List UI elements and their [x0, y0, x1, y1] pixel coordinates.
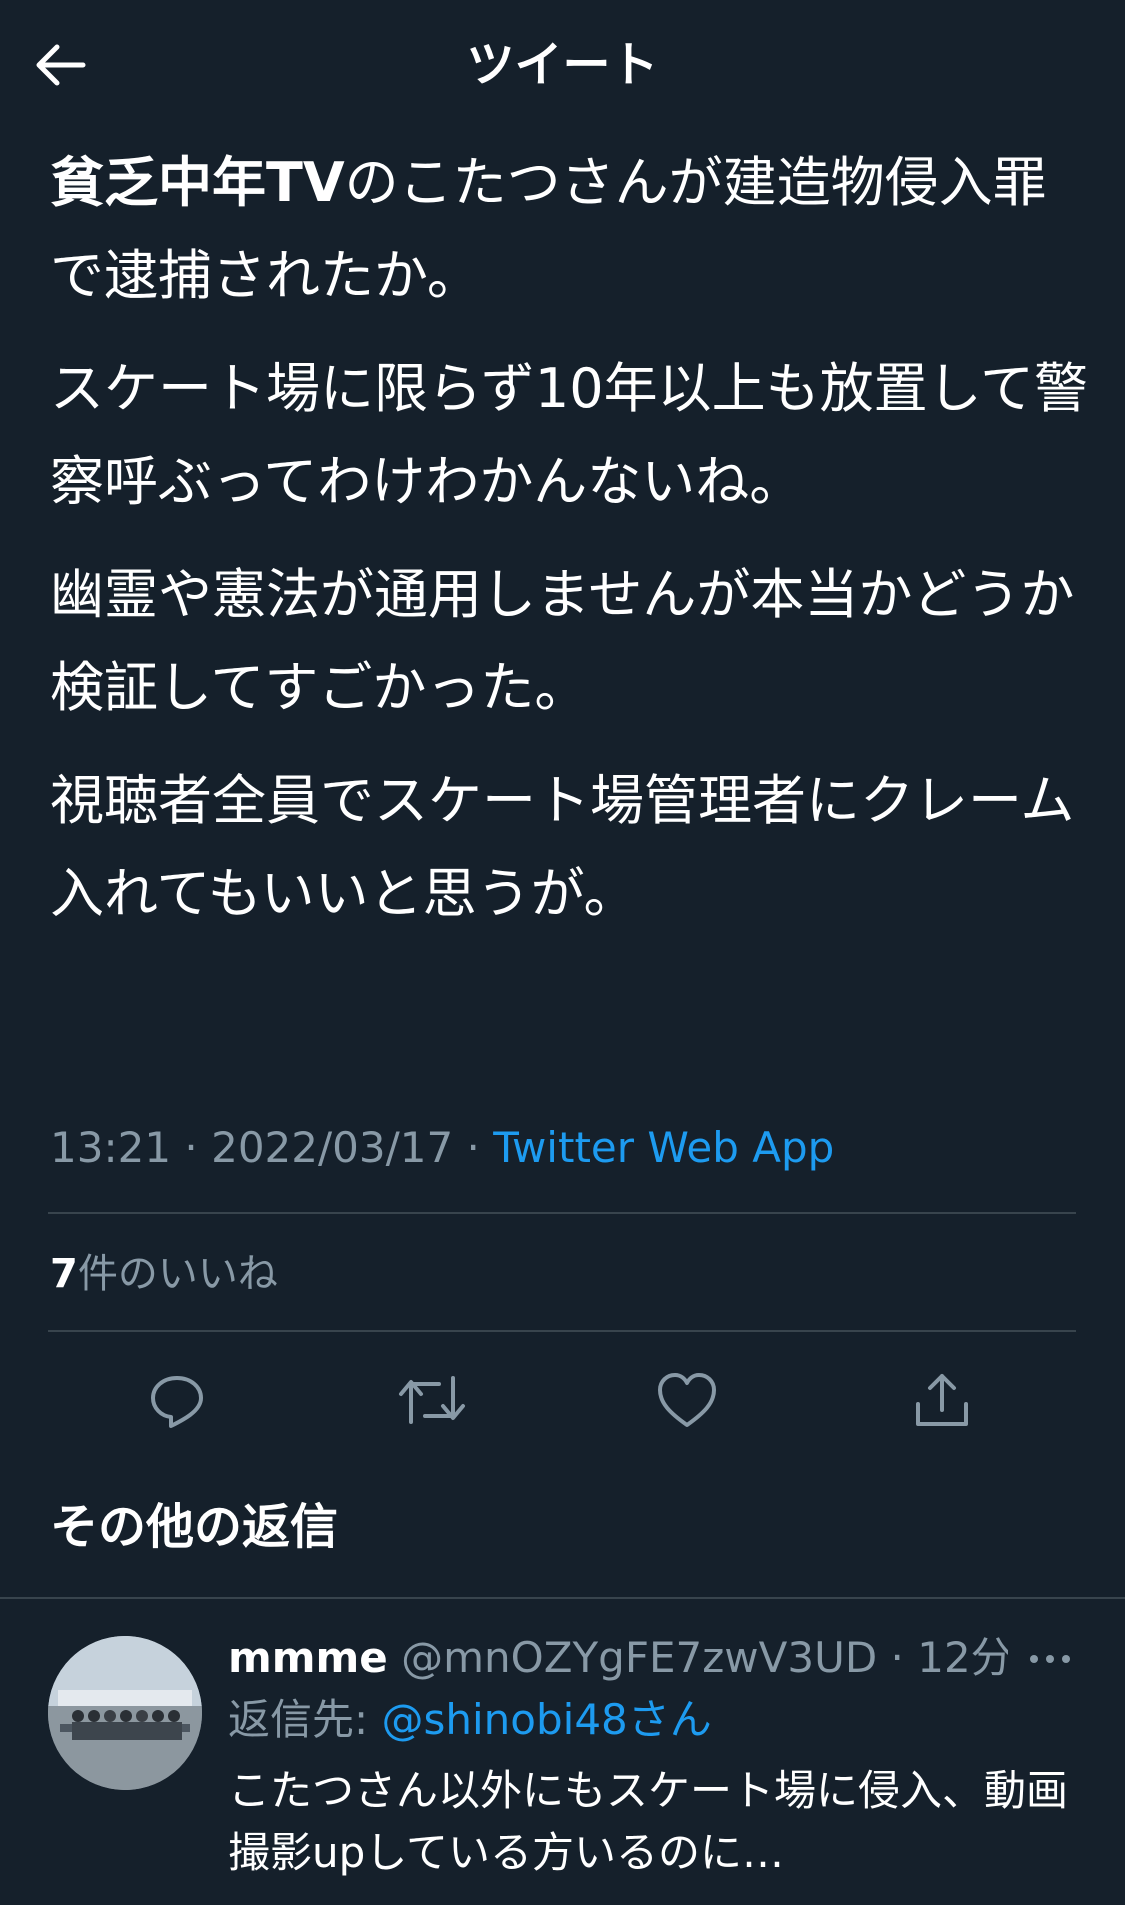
reply-header: mmme @mnOZYgFE7zwV3UD · 12分 — [228, 1630, 1008, 1686]
like-icon — [658, 1373, 716, 1427]
tweet-paragraph: スケート場に限らず10年以上も放置して警察呼ぶってわけわかんないね。 — [50, 342, 1090, 528]
tweet-paragraph-text: 視聴者全員でスケート場管理者にクレーム入れてもいいと思うが。 — [50, 769, 1075, 925]
like-button[interactable] — [647, 1360, 727, 1440]
tweet-action-bar — [0, 1360, 1125, 1440]
tweet-text: 貧乏中年TVのこたつさんが建造物侵入罪で逮捕されたか。 スケート場に限らず10年… — [50, 136, 1090, 960]
meta-separator: · — [171, 1123, 212, 1172]
more-replies-heading: その他の返信 — [50, 1499, 339, 1555]
likes-count: 7 — [50, 1251, 78, 1297]
reply-tweet[interactable]: mmme @mnOZYgFE7zwV3UD · 12分 返信先: @shinob… — [0, 1600, 1125, 1905]
divider — [48, 1212, 1076, 1214]
share-button[interactable] — [902, 1360, 982, 1440]
meta-separator: · — [877, 1633, 918, 1682]
avatar-image — [48, 1636, 202, 1790]
reply-to-mention-link[interactable]: @shinobi48さん — [382, 1695, 712, 1744]
likes-label: 件のいいね — [77, 1251, 278, 1297]
avatar[interactable] — [48, 1636, 202, 1790]
reply-to-label: 返信先: — [228, 1695, 382, 1744]
tweet-paragraph: 視聴者全員でスケート場管理者にクレーム入れてもいいと思うが。 — [50, 754, 1090, 940]
reply-button[interactable] — [137, 1360, 217, 1440]
tweet-paragraph: 幽霊や憲法が通用しませんが本当かどうか検証してすごかった。 — [50, 548, 1090, 734]
tweet-paragraph-text: 幽霊や憲法が通用しませんが本当かどうか検証してすごかった。 — [50, 563, 1075, 719]
tweet-time: 13:21 — [50, 1123, 172, 1172]
page-title: ツイート — [466, 37, 659, 93]
divider — [0, 1597, 1125, 1599]
more-horizontal-icon — [1030, 1655, 1070, 1663]
share-icon — [916, 1374, 968, 1426]
divider — [48, 1330, 1076, 1332]
reply-time: 12分 — [917, 1633, 1008, 1682]
tweet-paragraph: 貧乏中年TVのこたつさんが建造物侵入罪で逮捕されたか。 — [50, 136, 1090, 322]
retweet-button[interactable] — [392, 1360, 472, 1440]
tweet-paragraph-text: スケート場に限らず10年以上も放置して警察呼ぶってわけわかんないね。 — [50, 357, 1089, 513]
reply-icon — [151, 1376, 203, 1428]
tweet-date: 2022/03/17 — [211, 1123, 454, 1172]
reply-to-line: 返信先: @shinobi48さん — [228, 1692, 712, 1748]
retweet-icon — [399, 1376, 465, 1424]
tweet-source-link[interactable]: Twitter Web App — [493, 1123, 834, 1172]
tweet-meta: 13:21 · 2022/03/17 · Twitter Web App — [50, 1120, 834, 1176]
reply-display-name[interactable]: mmme — [228, 1633, 388, 1682]
meta-separator: · — [453, 1123, 494, 1172]
tweet-strong-text: 貧乏中年TV — [50, 151, 345, 214]
more-options-button[interactable] — [1020, 1634, 1080, 1684]
likes-count-link[interactable]: 7件のいいね — [50, 1246, 278, 1302]
reply-text: こたつさん以外にもスケート場に侵入、動画撮影upしている方いるのに… — [228, 1766, 1069, 1877]
top-bar: ツイート — [0, 0, 1125, 130]
reply-handle: @mnOZYgFE7zwV3UD — [401, 1633, 878, 1682]
